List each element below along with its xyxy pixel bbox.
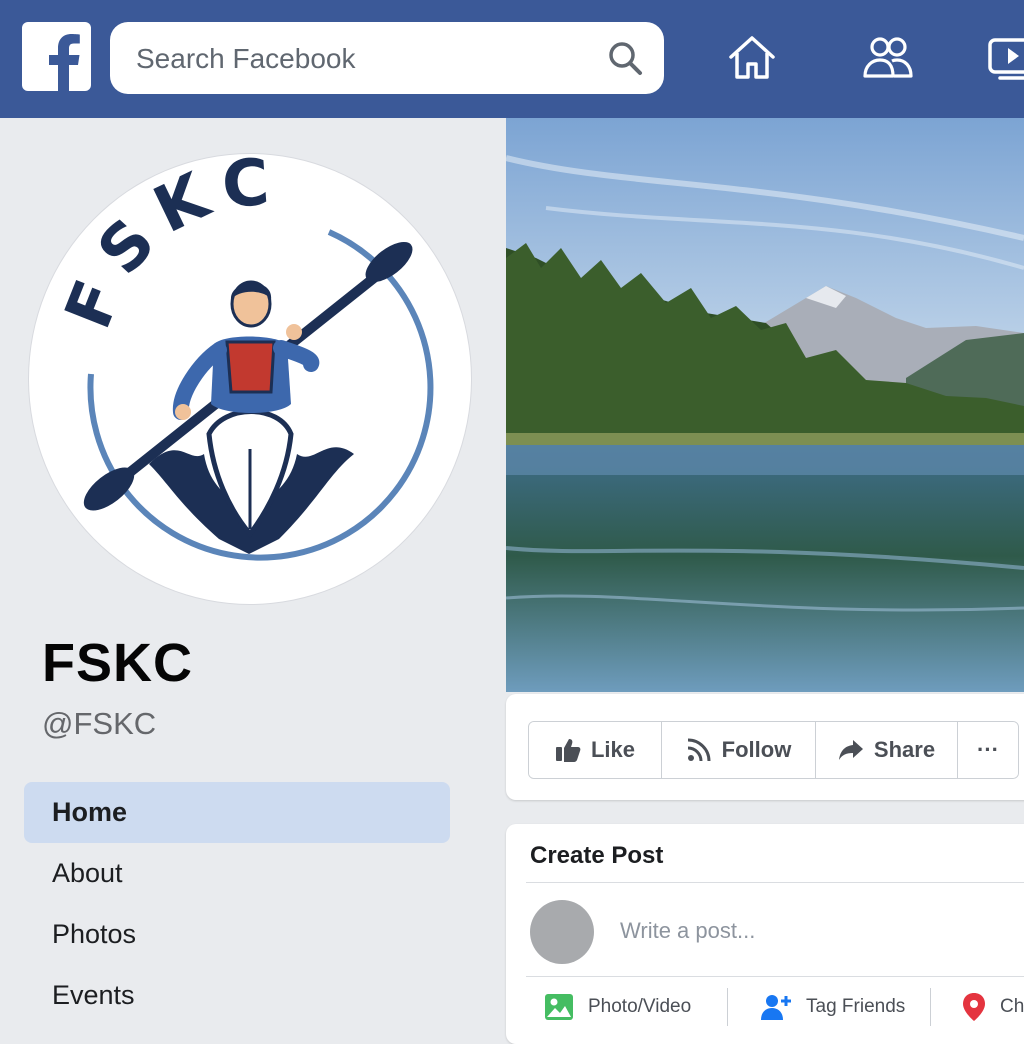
divider [526, 882, 1024, 883]
avatar[interactable] [530, 900, 594, 964]
cover-photo[interactable] [506, 118, 1024, 692]
like-label: Like [590, 737, 636, 762]
sidebar-item-photos[interactable]: Photos [24, 904, 450, 965]
divider [526, 976, 1024, 977]
location-pin-icon [963, 993, 985, 1021]
more-icon: ··· [977, 737, 999, 762]
kayak-club-logo: FSKC [52, 154, 434, 561]
tag-friends-label: Tag Friends [806, 996, 906, 1017]
profile-picture[interactable]: FSKC [29, 154, 471, 604]
tag-friends-icon [761, 995, 791, 1020]
sidebar-item-home[interactable]: Home [24, 782, 450, 843]
lake-landscape-image [506, 118, 1024, 692]
rss-follow-icon [687, 738, 711, 762]
page-handle: @FSKC [42, 706, 157, 741]
top-navigation-bar [0, 0, 1024, 118]
photo-icon [545, 994, 573, 1020]
search-box[interactable] [110, 22, 664, 96]
friends-icon[interactable] [862, 32, 914, 84]
divider [930, 988, 931, 1026]
create-post-title: Create Post [530, 842, 664, 869]
check-in-button[interactable]: Che [962, 989, 1024, 1025]
tag-friends-button[interactable]: Tag Friends [760, 989, 905, 1025]
check-in-label: Che [1000, 996, 1024, 1017]
more-options-button[interactable]: ··· [958, 722, 1018, 778]
search-input[interactable] [134, 22, 588, 96]
page-actions-bar: Like Follow Share ··· [528, 721, 1019, 779]
write-post-input[interactable]: Write a post... [620, 918, 755, 944]
create-post-card: Create Post Write a post... Photo/Video … [506, 824, 1024, 1044]
sidebar-item-events[interactable]: Events [24, 965, 450, 1026]
page-sidebar-nav: Home About Photos Events [24, 782, 450, 1026]
share-label: Share [873, 737, 936, 762]
like-button[interactable]: Like [529, 722, 662, 778]
search-icon[interactable] [606, 39, 644, 77]
photo-video-label: Photo/Video [588, 996, 692, 1017]
sidebar-item-about[interactable]: About [24, 843, 450, 904]
home-icon[interactable] [726, 32, 778, 84]
share-button[interactable]: Share [816, 722, 958, 778]
photo-video-button[interactable]: Photo/Video [544, 989, 691, 1025]
page-title: FSKC [42, 633, 193, 693]
divider [727, 988, 728, 1026]
facebook-logo[interactable] [22, 22, 91, 91]
share-arrow-icon [838, 740, 863, 760]
follow-label: Follow [721, 737, 792, 762]
thumbs-up-icon [555, 739, 581, 762]
follow-button[interactable]: Follow [662, 722, 816, 778]
watch-icon[interactable] [988, 32, 1024, 84]
page-actions-card: Like Follow Share ··· [506, 694, 1024, 800]
